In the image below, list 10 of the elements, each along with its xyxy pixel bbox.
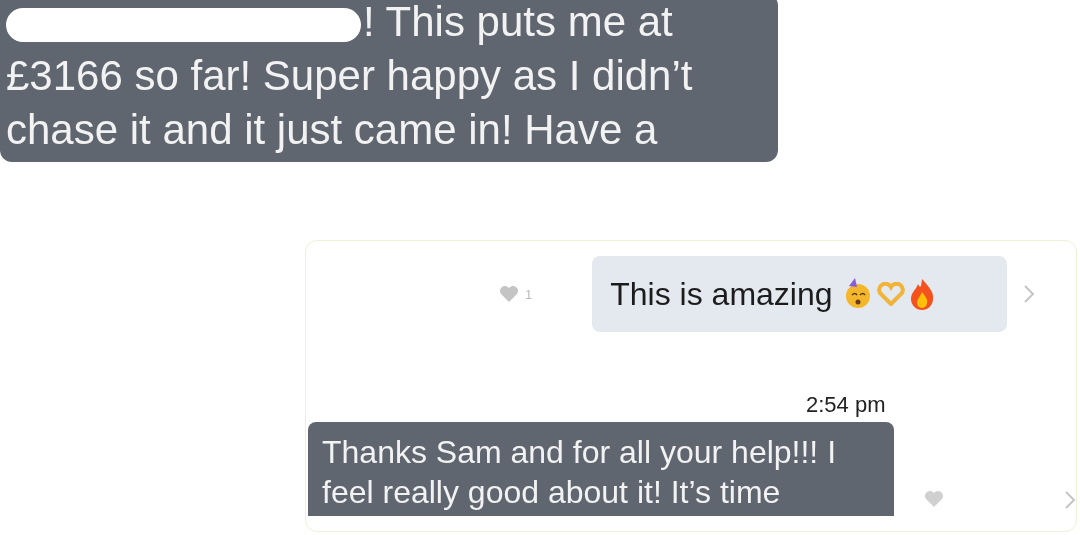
fire-icon (908, 278, 935, 310)
heart-icon[interactable] (924, 490, 944, 508)
message-text: This is amazing (610, 275, 833, 313)
message-time: 2:54 pm (806, 392, 887, 418)
message-text: Thanks Sam and for all your help!!! I feel really good about it! It’s time (322, 433, 838, 512)
message-text: ! This puts me at £3166 so far! Super happy as I didn’t chase it and it just came in! Have a (6, 0, 694, 155)
chevron-right-icon[interactable] (1064, 490, 1076, 510)
chevron-right-icon[interactable] (1023, 284, 1036, 304)
heart-icon[interactable] (499, 285, 519, 303)
like-count: 1 (525, 286, 533, 302)
